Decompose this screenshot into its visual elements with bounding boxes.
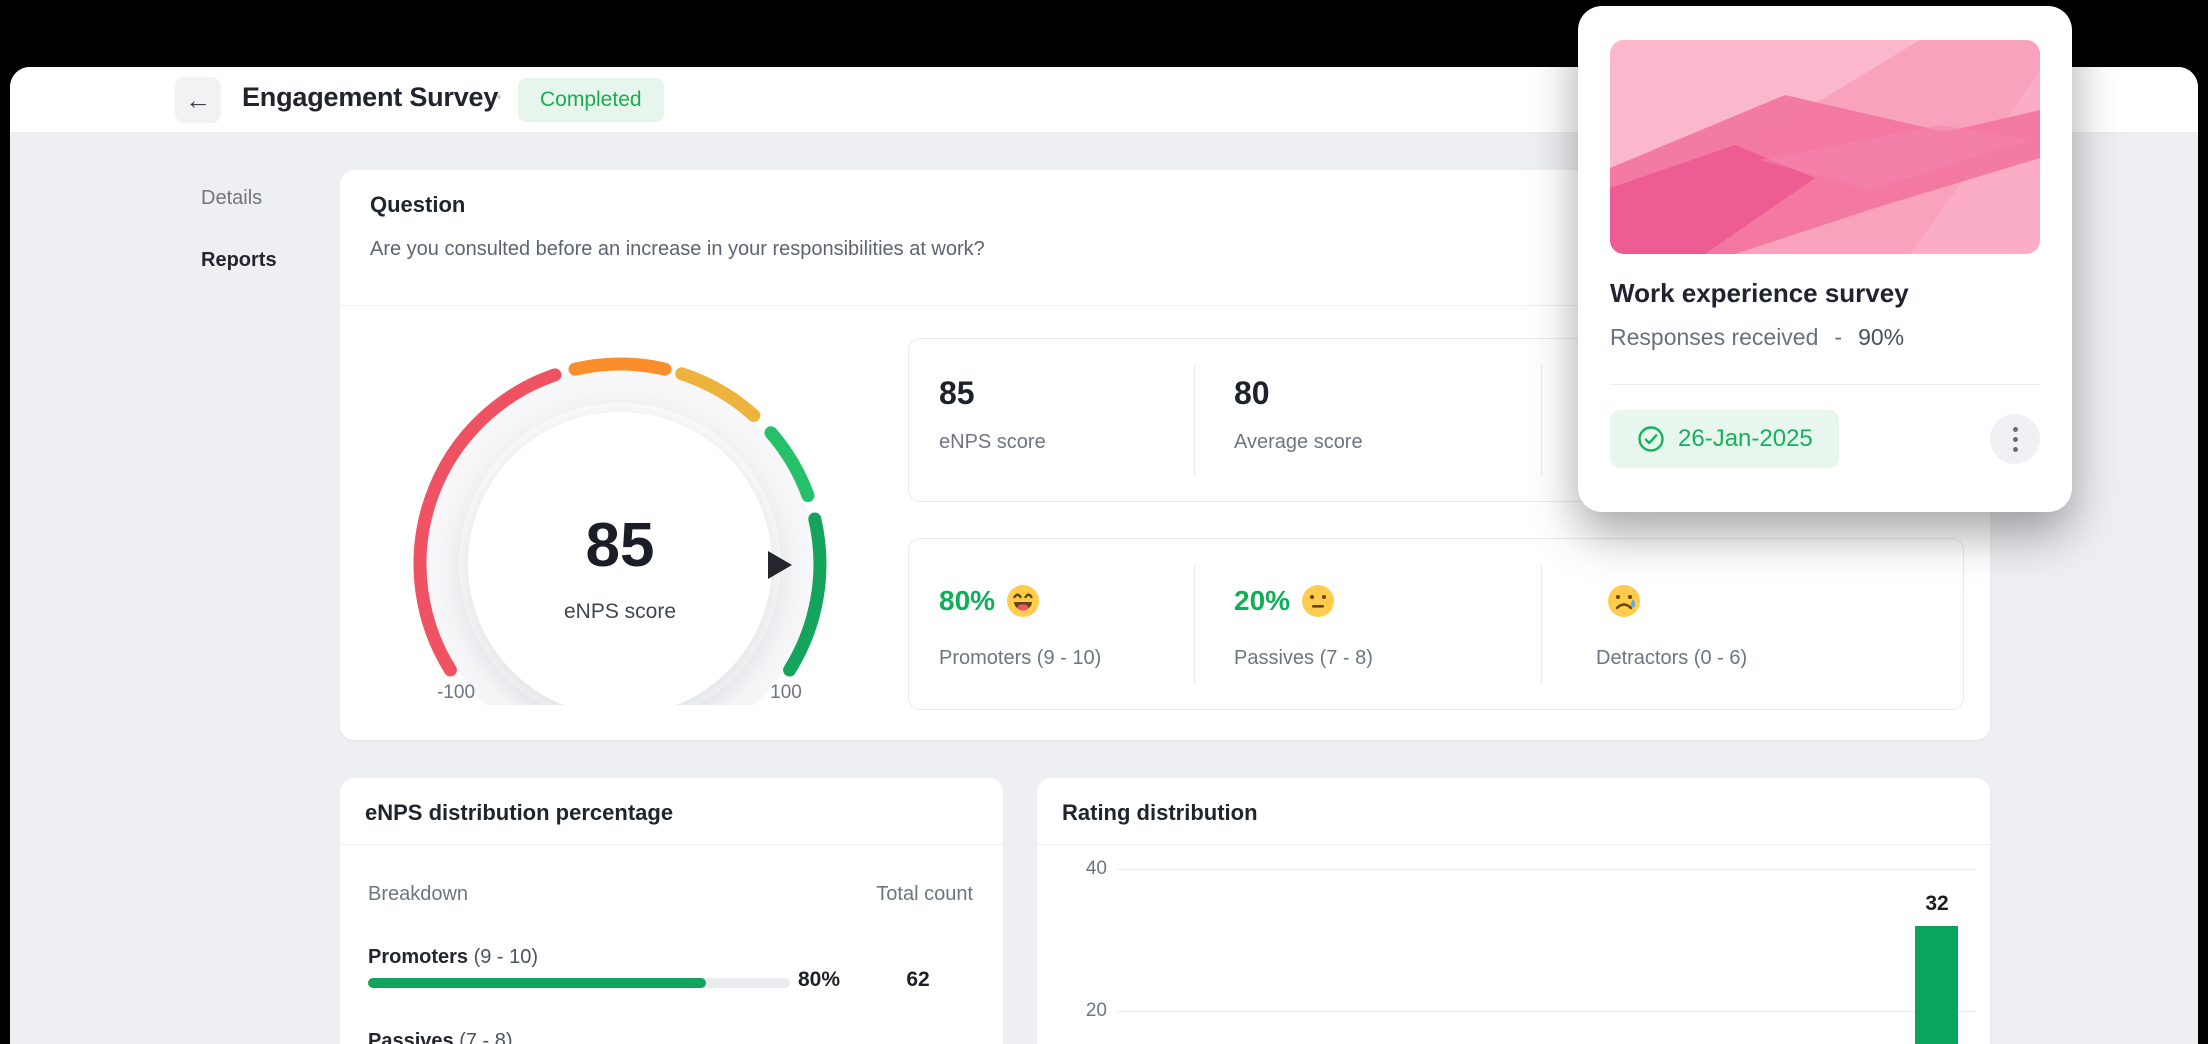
detractors-stat [1596, 583, 1642, 619]
kebab-dot [2012, 436, 2018, 442]
responses-separator: - [1834, 324, 1843, 350]
promoters-percent: 80% [939, 585, 996, 616]
divider [1194, 365, 1195, 477]
enps-gauge: 85 eNPS score -100 100 [395, 345, 845, 759]
segment-stats-card: 80% Promoters (9 - 10) 20% Passives (7 -… [908, 538, 1964, 710]
divider [340, 844, 1003, 845]
back-arrow-icon: ← [185, 84, 211, 115]
enps-score-label: eNPS score [939, 431, 1046, 453]
status-badge: Completed [518, 78, 664, 122]
rating-bar-value: 32 [1925, 891, 1949, 915]
more-options-button[interactable] [1990, 414, 2040, 464]
total-count-column-header: Total count [876, 883, 973, 905]
survey-responses: Responses received - 90% [1610, 324, 1904, 351]
grinning-face-emoji-icon [1007, 585, 1040, 617]
screen: ← Engagement Survey · Completed Details … [0, 0, 2208, 1044]
promoters-label: Promoters (9 - 10) [939, 647, 1102, 669]
responses-value: 90% [1858, 324, 1905, 350]
survey-date: 26-Jan-2025 [1678, 425, 1813, 452]
question-text: Are you consulted before an increase in … [370, 238, 985, 260]
survey-cover-image [1610, 40, 2040, 254]
passives-row-label: Passives (7 - 8) [368, 1030, 513, 1044]
promoters-row-range: (9 - 10) [473, 946, 539, 968]
crying-face-emoji-icon [1608, 585, 1640, 617]
page-title: Engagement Survey [242, 82, 499, 112]
average-score-label: Average score [1234, 431, 1363, 453]
question-section-title: Question [370, 192, 466, 217]
gauge-score-label: eNPS score [563, 600, 677, 623]
promoters-row-label: Promoters (9 - 10) [368, 946, 538, 969]
divider [1541, 365, 1542, 477]
survey-title: Work experience survey [1610, 278, 1909, 308]
promoters-row-percent: 80% [798, 968, 841, 991]
pink-brush-artwork [1610, 40, 2040, 254]
gridline-40 [1117, 869, 1976, 870]
gridline-20 [1117, 1011, 1976, 1012]
rating-distribution-card: Rating distribution 40 20 Response Count… [1037, 778, 1990, 1044]
kebab-dot [2012, 446, 2018, 452]
y-tick-40: 40 [1085, 858, 1107, 879]
survey-date-pill[interactable]: 26-Jan-2025 [1610, 410, 1839, 468]
promoters-progress-fill [368, 978, 706, 988]
passives-row-name: Passives [368, 1030, 454, 1044]
y-axis-label: Response Count [1043, 983, 1065, 1044]
breakdown-column-header: Breakdown [368, 883, 469, 905]
neutral-face-emoji-icon [1302, 585, 1335, 617]
passives-label: Passives (7 - 8) [1234, 647, 1373, 669]
sidebar-item-details[interactable]: Details [201, 187, 262, 210]
promoters-progress-track [368, 978, 790, 988]
passives-row-range: (7 - 8) [459, 1030, 513, 1044]
rating-distribution-title: Rating distribution [1062, 800, 1258, 825]
gauge-arc [568, 357, 672, 376]
passives-stat: 20% [1234, 583, 1336, 619]
enps-distribution-title: eNPS distribution percentage [365, 800, 674, 825]
kebab-dot [2012, 426, 2018, 432]
promoters-row-count: 62 [906, 968, 930, 991]
check-circle-icon [1638, 426, 1664, 452]
responses-label: Responses received [1610, 324, 1819, 350]
divider [1541, 565, 1542, 685]
sidebar-item-reports[interactable]: Reports [201, 249, 277, 272]
average-score-value: 80 [1234, 375, 1270, 411]
work-experience-survey-card[interactable]: Work experience survey Responses receive… [1578, 6, 2072, 512]
divider [1610, 384, 2040, 385]
gauge-max-label: 100 [770, 682, 802, 703]
passives-percent: 20% [1234, 585, 1291, 616]
gauge-score-value: 85 [585, 511, 655, 580]
y-tick-20: 20 [1085, 1000, 1107, 1021]
promoters-stat: 80% [939, 583, 1041, 619]
gauge-min-label: -100 [436, 682, 476, 703]
divider [1194, 565, 1195, 685]
back-button[interactable]: ← [175, 77, 221, 123]
rating-bar [1915, 925, 1958, 1044]
enps-distribution-card: eNPS distribution percentage Breakdown T… [340, 778, 1003, 1044]
detractors-label: Detractors (0 - 6) [1596, 647, 1748, 669]
divider [1037, 844, 1990, 845]
title-separator: · [494, 79, 504, 112]
enps-score-value: 85 [939, 375, 975, 411]
promoters-row-name: Promoters [368, 946, 469, 968]
